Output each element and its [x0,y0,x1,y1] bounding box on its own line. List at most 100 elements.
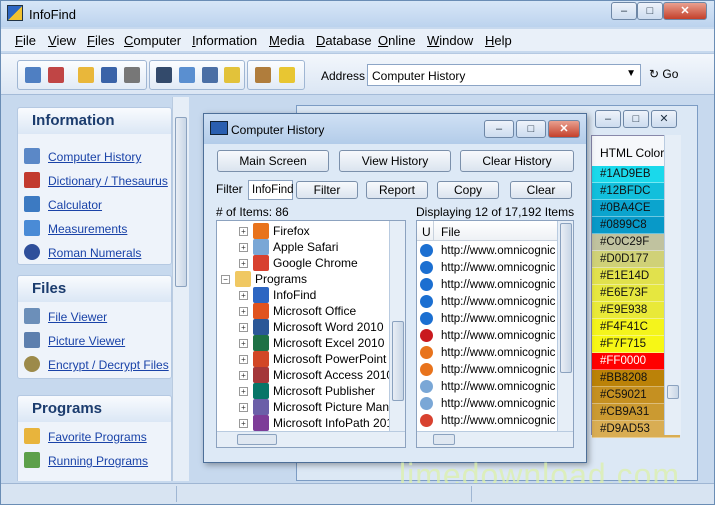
menu-file[interactable]: File [15,33,36,48]
minimize-button[interactable]: – [611,2,637,20]
list-item[interactable]: http://www.omnicognic [417,294,557,311]
clear-button[interactable]: Clear [510,181,572,199]
tree-node-label[interactable]: Microsoft Excel 2010 [273,336,384,350]
file-info-icon[interactable] [25,67,41,83]
print-icon[interactable] [124,67,140,83]
tree-node-label[interactable]: InfoFind [273,288,316,302]
settings-icon[interactable] [255,67,271,83]
tree-node-label[interactable]: Microsoft Office [273,304,356,318]
sidebar-item-encrypt[interactable]: Encrypt / Decrypt Files [48,358,169,372]
list-hscroll-thumb[interactable] [433,434,455,445]
tree-expand-toggle[interactable]: + [239,403,248,412]
menu-media[interactable]: Media [269,33,304,48]
help-book-icon[interactable] [224,67,240,83]
tree-expand-toggle[interactable]: + [239,419,248,428]
sidebar-scrollbar[interactable] [172,97,189,481]
tree-scrollbar[interactable] [389,221,405,431]
help-icon[interactable] [279,67,295,83]
tree-node-label[interactable]: Microsoft Access 2010 [273,368,393,382]
sidebar-item-computer-history[interactable]: Computer History [48,150,141,164]
menu-computer[interactable]: Computer [124,33,181,48]
search-icon[interactable] [202,67,218,83]
tree-expand-toggle[interactable]: + [239,259,248,268]
copy-button[interactable]: Copy [437,181,499,199]
sidebar-item-measurements[interactable]: Measurements [48,222,127,236]
open-folder-icon[interactable] [78,67,94,83]
tree-expand-toggle[interactable]: + [239,291,248,300]
menu-help[interactable]: Help [485,33,512,48]
list-column-u[interactable]: U [422,225,431,239]
menu-database[interactable]: Database [316,33,372,48]
tree-collapse-toggle[interactable]: − [221,275,230,284]
tree-expand-toggle[interactable]: + [239,323,248,332]
bg-minimize-button[interactable]: – [595,110,621,128]
tree-hscrollbar[interactable] [217,431,405,447]
menu-online[interactable]: Online [378,33,416,48]
bg-maximize-button[interactable]: □ [623,110,649,128]
tree-expand-toggle[interactable]: + [239,243,248,252]
tree-expand-toggle[interactable]: + [239,355,248,364]
list-item[interactable]: http://www.omnicognic [417,396,557,413]
list-item[interactable]: http://www.omnicognic [417,260,557,277]
list-item[interactable]: http://www.omnicognic [417,413,557,430]
menu-view[interactable]: View [48,33,76,48]
tree-node-label[interactable]: Google Chrome [273,256,358,270]
list-item[interactable]: http://www.omnicognic [417,277,557,294]
go-button[interactable]: ↻ Go [649,67,678,81]
menu-information[interactable]: Information [192,33,257,48]
sidebar-item-roman-numerals[interactable]: Roman Numerals [48,246,141,260]
list-item[interactable]: http://www.omnicognic [417,362,557,379]
menu-files[interactable]: Files [87,33,114,48]
list-item[interactable]: http://www.omnicognic [417,345,557,362]
report-button[interactable]: Report [366,181,428,199]
list-scroll-thumb[interactable] [560,223,572,373]
history-minimize-button[interactable]: – [484,120,514,138]
tree-node-label[interactable]: Microsoft Word 2010 [273,320,384,334]
tree-expand-toggle[interactable]: + [239,227,248,236]
list-item[interactable]: http://www.omnicognic [417,243,557,260]
tree-node-label[interactable]: Microsoft InfoPath 2010 [273,416,400,430]
list-item[interactable]: http://www.omnicognic [417,311,557,328]
tree-expand-toggle[interactable]: + [239,339,248,348]
sidebar-item-picture-viewer[interactable]: Picture Viewer [48,334,125,348]
color-scroll-thumb[interactable] [667,385,679,399]
chevron-down-icon[interactable]: ▼ [626,68,636,79]
list-item[interactable]: http://www.omnicognic [417,328,557,345]
filter-button[interactable]: Filter [296,181,358,199]
history-close-button[interactable]: ✕ [548,120,580,138]
maximize-button[interactable]: □ [637,2,663,20]
filter-input[interactable]: InfoFind [248,180,294,200]
sidebar-item-running-programs[interactable]: Running Programs [48,454,148,468]
tree-node-label[interactable]: Microsoft Picture Manager [273,400,405,414]
close-button[interactable]: ✕ [663,2,707,20]
tree-node-label[interactable]: Firefox [273,224,310,238]
save-icon[interactable] [101,67,117,83]
main-screen-button[interactable]: Main Screen [217,150,329,172]
tree-hscroll-thumb[interactable] [237,434,277,445]
tree-node-label[interactable]: Programs [255,272,307,286]
windows-icon[interactable] [179,67,195,83]
bg-close-button[interactable]: ✕ [651,110,677,128]
tree-expand-toggle[interactable]: + [239,307,248,316]
sidebar-item-favorite-programs[interactable]: Favorite Programs [48,430,147,444]
tree-node-label[interactable]: Microsoft Publisher [273,384,375,398]
address-field[interactable]: Computer History ▼ [367,64,641,86]
list-hscrollbar[interactable] [417,431,573,447]
view-history-button[interactable]: View History [339,150,451,172]
list-item[interactable]: http://www.omnicognic [417,379,557,396]
tree-expand-toggle[interactable]: + [239,371,248,380]
list-column-file[interactable]: File [441,225,460,239]
tree-scroll-thumb[interactable] [392,321,404,401]
clear-history-button[interactable]: Clear History [460,150,574,172]
color-list-scrollbar[interactable] [664,135,681,435]
list-scrollbar[interactable] [557,221,573,431]
picture-icon[interactable] [48,67,64,83]
tree-node-label[interactable]: Microsoft PowerPoint [273,352,386,366]
sidebar-scroll-thumb[interactable] [175,117,187,287]
history-maximize-button[interactable]: □ [516,120,546,138]
menu-window[interactable]: Window [427,33,473,48]
panel-icon[interactable] [156,67,172,83]
sidebar-item-file-viewer[interactable]: File Viewer [48,310,107,324]
sidebar-item-dictionary[interactable]: Dictionary / Thesaurus [48,174,168,188]
tree-node-label[interactable]: Apple Safari [273,240,338,254]
